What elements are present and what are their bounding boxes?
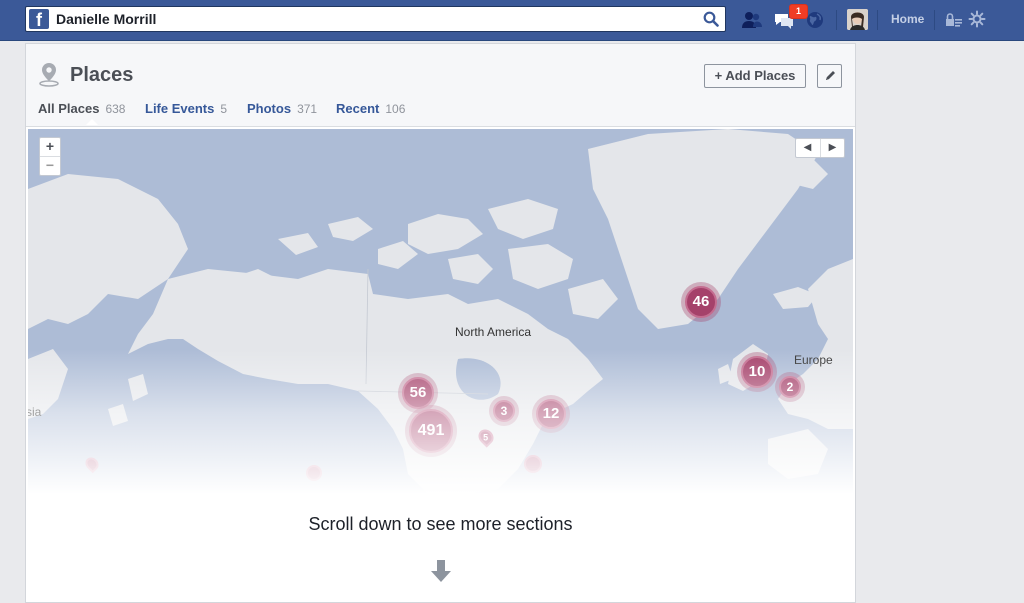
map-label-europe: Europe [794,353,833,367]
page-title: Places [70,64,134,86]
previous-arrow-icon[interactable]: ◀ [796,139,819,157]
map-nav-arrows: ◀ ▶ [795,138,845,158]
tab-label: Life Events [145,101,215,116]
down-arrow-icon[interactable] [429,558,453,584]
tab-count: 5 [220,102,228,116]
places-card: Places + Add Places All Places 638 Life E… [25,43,856,603]
notifications-globe-icon[interactable] [804,9,826,31]
zoom-in-button[interactable]: + [40,138,60,156]
map-cluster-marker[interactable]: 56 [402,377,434,409]
map-cluster-marker[interactable]: 491 [409,409,453,453]
friend-requests-icon[interactable] [741,9,763,31]
avatar-image [847,9,868,30]
map-cluster-marker[interactable]: 2 [779,376,801,398]
tab-label: All Places [38,101,100,116]
add-places-button[interactable]: + Add Places [704,64,806,88]
map-pin-label: 5 [483,432,489,443]
top-navigation-bar: f 1 Home [0,0,1024,41]
settings-gear-icon[interactable] [968,10,986,28]
places-map[interactable]: North America Europe sia 46 56 491 3 12 … [28,129,853,494]
divider [836,10,837,30]
zoom-out-button[interactable]: − [40,156,60,175]
privacy-shortcuts-icon[interactable] [944,10,964,30]
tab-count: 371 [297,102,318,116]
next-arrow-icon[interactable]: ▶ [820,139,844,157]
search-box[interactable]: f [25,6,726,32]
map-zoom-control: + − [39,137,61,176]
scroll-hint-text: Scroll down to see more sections [308,514,573,534]
map-cluster-marker[interactable]: 3 [493,400,515,422]
tab-label: Recent [336,101,380,116]
facebook-logo-icon[interactable]: f [29,9,49,29]
profile-avatar[interactable] [847,9,868,30]
pencil-icon [826,71,835,80]
map-cluster-marker[interactable]: 10 [741,356,773,388]
tab-life-events[interactable]: Life Events 5 [145,101,227,116]
divider [934,10,935,30]
tab-count: 106 [385,102,406,116]
tab-recent[interactable]: Recent 106 [336,101,405,116]
map-cluster-marker[interactable]: 46 [685,286,717,318]
map-pin-icon [39,63,59,87]
search-icon[interactable] [703,11,719,27]
tab-label: Photos [247,101,292,116]
map-cluster-marker[interactable] [524,455,542,473]
map-cluster-marker[interactable] [306,465,322,481]
map-label-north-america: North America [455,325,532,339]
tab-all-places[interactable]: All Places 638 [38,101,125,116]
edit-button[interactable] [817,64,842,88]
map-cluster-marker[interactable]: 12 [536,399,566,429]
search-input[interactable] [56,9,696,29]
divider [877,10,878,30]
places-header: Places + Add Places All Places 638 Life E… [26,44,855,127]
active-tab-caret [86,119,98,125]
home-link[interactable]: Home [891,12,924,26]
tab-photos[interactable]: Photos 371 [247,101,317,116]
map-label-asia: sia [28,405,42,419]
tab-count: 638 [105,102,126,116]
